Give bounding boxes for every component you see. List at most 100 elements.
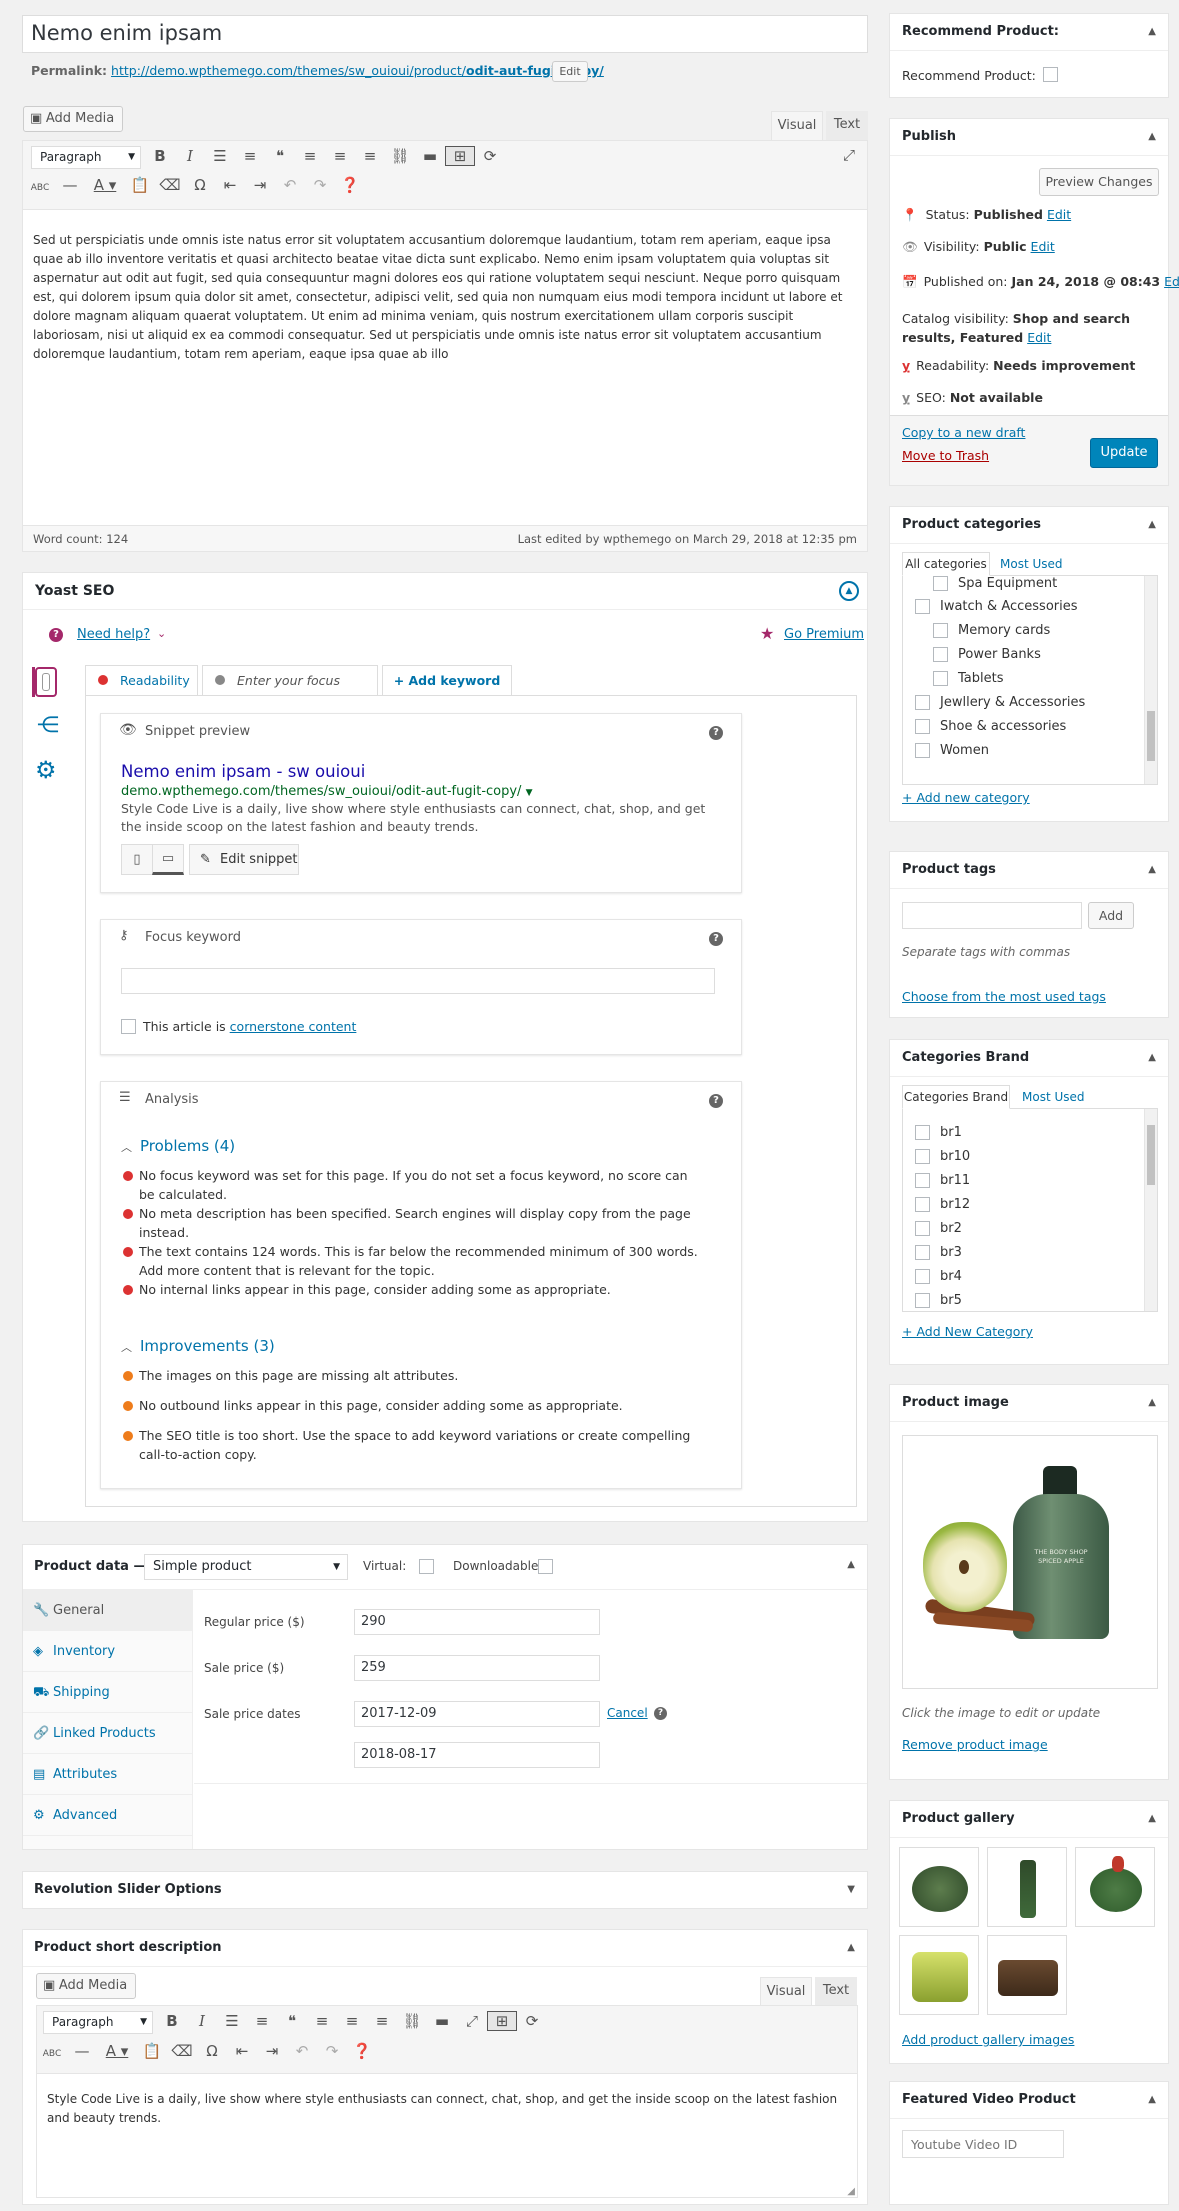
scrollbar-thumb[interactable]: [1147, 1125, 1155, 1185]
brand-checkbox[interactable]: [915, 1125, 930, 1140]
add-brand-link[interactable]: + Add New Category: [902, 1324, 1033, 1339]
link-icon[interactable]: ⛓: [385, 147, 415, 165]
tab-focus-keyword[interactable]: Enter your focus key...: [202, 665, 378, 717]
category-checkbox[interactable]: [915, 599, 930, 614]
align-right-icon[interactable]: ≡: [367, 2012, 397, 2030]
strikethrough-icon[interactable]: ABC: [25, 183, 55, 193]
category-checkbox[interactable]: [933, 623, 948, 638]
improvements-toggle[interactable]: ︿ Improvements (3): [121, 1337, 275, 1355]
help-icon[interactable]: ❓: [335, 176, 365, 194]
category-item[interactable]: Spa Equipment: [933, 576, 1057, 591]
brand-item[interactable]: br1: [915, 1125, 962, 1140]
toolbar-toggle-icon[interactable]: ⊞: [487, 2011, 517, 2031]
gear-icon[interactable]: ⚙: [35, 756, 57, 784]
brand-checkbox[interactable]: [915, 1221, 930, 1236]
collapse-arrow-icon[interactable]: ▲: [847, 1559, 855, 1570]
collapse-arrow-icon[interactable]: ▲: [1148, 1052, 1156, 1063]
indent-icon[interactable]: ⇥: [257, 2042, 287, 2060]
sale-price-input[interactable]: 259: [354, 1655, 600, 1681]
edit-snippet-button[interactable]: ✎ Edit snippet: [189, 844, 299, 875]
collapse-arrow-icon[interactable]: ▲: [1148, 131, 1156, 142]
help-circle-icon[interactable]: ?: [709, 932, 723, 946]
add-media-button[interactable]: ▣ Add Media: [36, 1973, 136, 1999]
product-type-select[interactable]: Simple product ▼: [144, 1554, 348, 1580]
paste-text-icon[interactable]: 📋: [137, 2042, 167, 2060]
collapse-arrow-icon[interactable]: ▲: [1148, 864, 1156, 875]
align-center-icon[interactable]: ≡: [337, 2012, 367, 2030]
tab-readability[interactable]: Readability: [85, 665, 198, 696]
category-item[interactable]: Jewllery & Accessories: [915, 695, 1085, 710]
paste-text-icon[interactable]: 📋: [125, 176, 155, 194]
collapse-arrow-icon[interactable]: ▲: [847, 1942, 855, 1953]
text-color-icon[interactable]: A ▾: [97, 2042, 137, 2060]
share-icon[interactable]: ⋲: [37, 713, 59, 738]
outdent-icon[interactable]: ⇤: [227, 2042, 257, 2060]
indent-icon[interactable]: ⇥: [245, 176, 275, 194]
special-character-icon[interactable]: Ω: [185, 176, 215, 194]
scrollbar[interactable]: [1144, 576, 1157, 784]
category-checkbox[interactable]: [933, 576, 948, 591]
permalink-url[interactable]: http://demo.wpthemego.com/themes/sw_ouio…: [111, 63, 466, 78]
short-editor-tab-text[interactable]: Text: [815, 1977, 857, 2006]
expand-arrow-icon[interactable]: ▼: [847, 1884, 855, 1895]
tab-most-used[interactable]: Most Used: [1000, 557, 1063, 571]
tab-categories-brand[interactable]: Categories Brand: [902, 1085, 1010, 1109]
category-item[interactable]: Women: [915, 743, 989, 758]
category-checkbox[interactable]: [915, 719, 930, 734]
format-select[interactable]: Paragraph ▼: [31, 146, 141, 169]
short-editor-tab-visual[interactable]: Visual: [760, 1977, 812, 2006]
tab-linked-products[interactable]: 🔗 Linked Products: [23, 1713, 193, 1754]
category-item[interactable]: Iwatch & Accessories: [915, 599, 1078, 614]
categories-list[interactable]: Spa Equipment Iwatch & Accessories Memor…: [902, 575, 1158, 785]
brand-checkbox[interactable]: [915, 1269, 930, 1284]
collapse-arrow-icon[interactable]: ▲: [1148, 519, 1156, 530]
refresh-icon[interactable]: ⟳: [475, 147, 505, 165]
clear-formatting-icon[interactable]: ⌫: [155, 176, 185, 194]
brand-item[interactable]: br12: [915, 1197, 970, 1212]
fullscreen-icon[interactable]: ⤢: [457, 2012, 487, 2030]
blockquote-icon[interactable]: ❝: [265, 147, 295, 165]
category-checkbox[interactable]: [915, 695, 930, 710]
strikethrough-icon[interactable]: ABC: [37, 2049, 67, 2059]
outdent-icon[interactable]: ⇤: [215, 176, 245, 194]
tab-general[interactable]: 🔧 General: [23, 1590, 193, 1631]
gallery-thumbnail[interactable]: [987, 1935, 1067, 2015]
collapse-arrow-icon[interactable]: ▲: [1148, 26, 1156, 37]
brand-list[interactable]: br1 br10 br11 br12 br2 br3 br4 br5: [902, 1108, 1158, 1312]
align-left-icon[interactable]: ≡: [307, 2012, 337, 2030]
align-left-icon[interactable]: ≡: [295, 147, 325, 165]
blockquote-icon[interactable]: ❝: [277, 2012, 307, 2030]
cornerstone-checkbox[interactable]: [121, 1019, 136, 1034]
brand-checkbox[interactable]: [915, 1149, 930, 1164]
clear-formatting-icon[interactable]: ⌫: [167, 2042, 197, 2060]
category-checkbox[interactable]: [933, 671, 948, 686]
tab-all-categories[interactable]: All categories: [902, 552, 990, 576]
undo-icon[interactable]: ↶: [275, 176, 305, 194]
recommend-checkbox[interactable]: [1043, 67, 1058, 82]
go-premium-link[interactable]: Go Premium: [784, 627, 864, 642]
collapse-arrow-icon[interactable]: ▲: [1148, 1813, 1156, 1824]
help-icon[interactable]: ❓: [347, 2042, 377, 2060]
update-button[interactable]: Update: [1090, 438, 1158, 468]
link-icon[interactable]: ⛓: [397, 2012, 427, 2030]
chevron-down-icon[interactable]: ⌄: [157, 627, 166, 640]
collapse-arrow-icon[interactable]: ▲: [1148, 2094, 1156, 2105]
tag-input[interactable]: [902, 902, 1082, 929]
bullet-list-icon[interactable]: ☰: [217, 2012, 247, 2030]
sale-date-from-input[interactable]: 2017-12-09: [354, 1701, 600, 1727]
special-character-icon[interactable]: Ω: [197, 2042, 227, 2060]
help-circle-icon[interactable]: ?: [709, 1094, 723, 1108]
horizontal-line-icon[interactable]: —: [55, 176, 85, 194]
collapse-icon[interactable]: ▲: [839, 581, 859, 601]
redo-icon[interactable]: ↷: [317, 2042, 347, 2060]
brand-item[interactable]: br10: [915, 1149, 970, 1164]
brand-checkbox[interactable]: [915, 1197, 930, 1212]
move-to-trash-link[interactable]: Move to Trash: [902, 448, 989, 463]
tab-shipping[interactable]: ⛟ Shipping: [23, 1672, 193, 1713]
gallery-thumbnail[interactable]: [899, 1935, 979, 2015]
editor-tab-visual[interactable]: Visual: [771, 111, 823, 141]
brand-item[interactable]: br11: [915, 1173, 970, 1188]
resize-handle-icon[interactable]: ◢: [847, 2186, 855, 2197]
gallery-thumbnail[interactable]: [899, 1847, 979, 1927]
help-question-icon[interactable]: ?: [49, 628, 63, 642]
